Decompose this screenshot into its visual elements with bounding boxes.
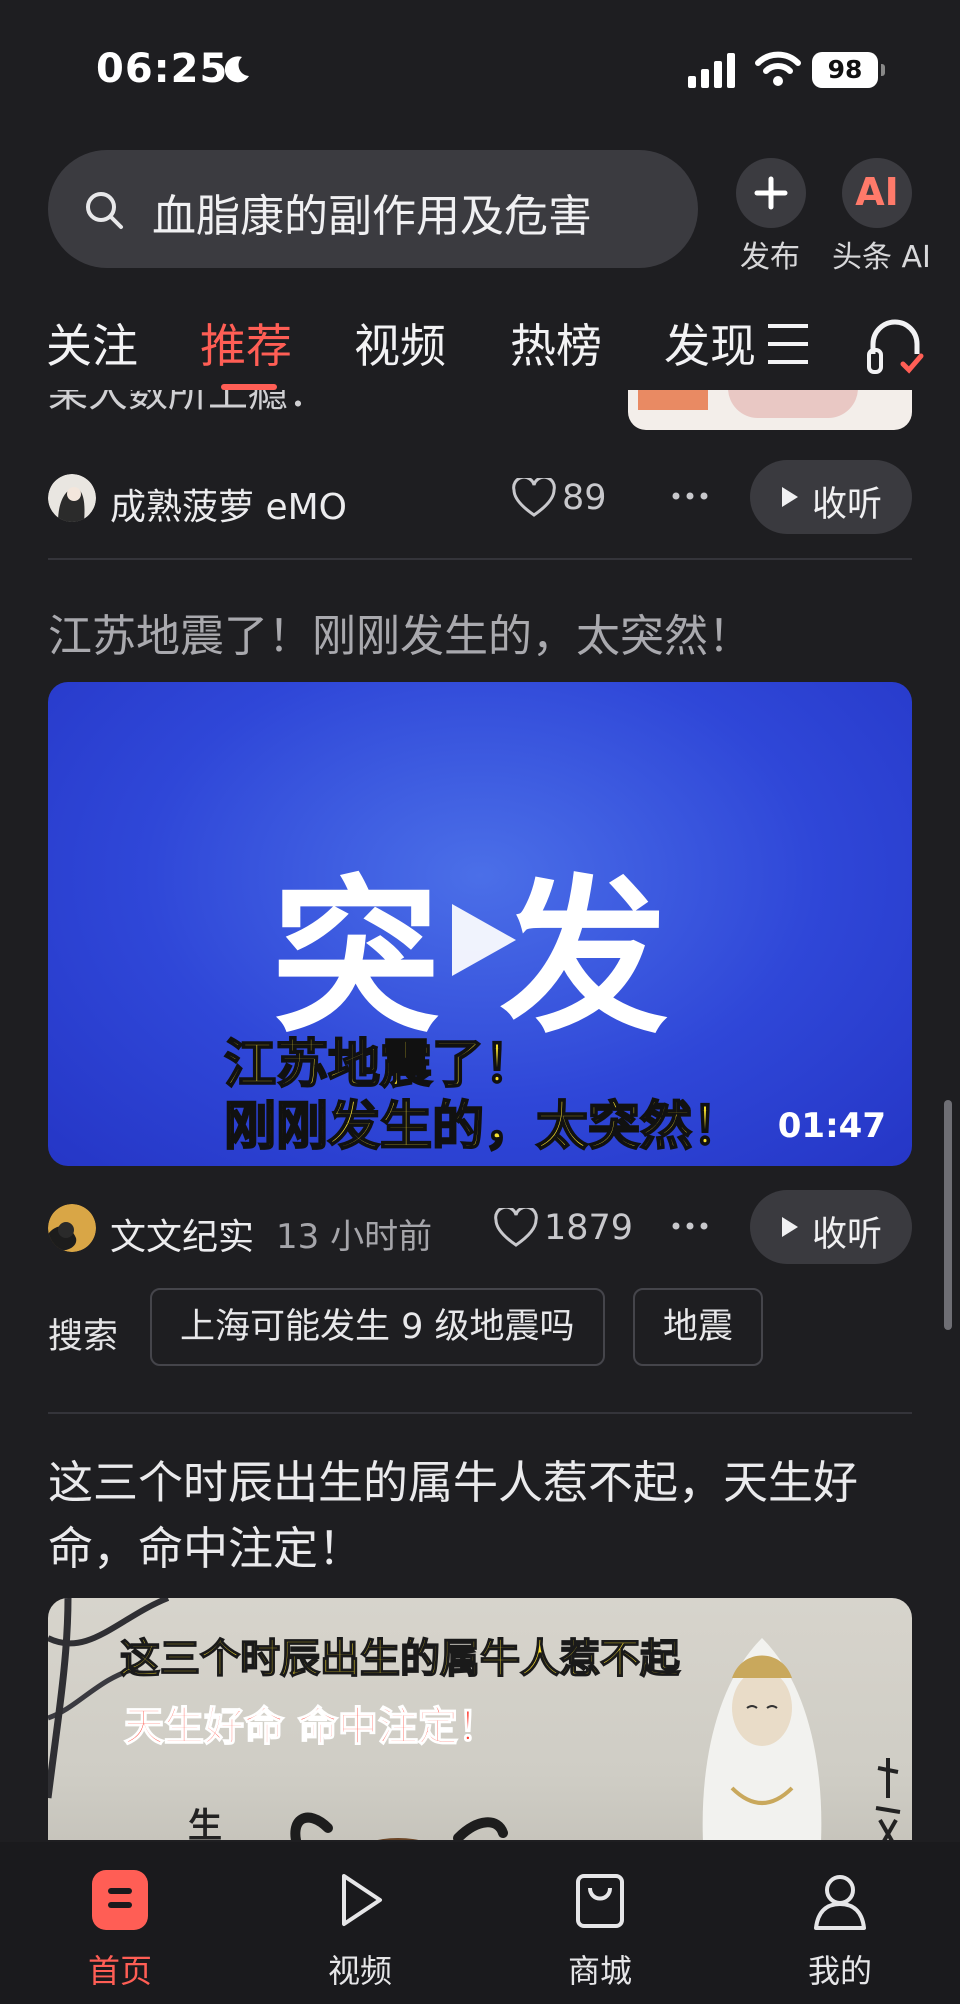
guanyin-statue-illustration <box>702 1638 822 1840</box>
author-name[interactable]: 成熟菠萝 eMO <box>110 478 347 530</box>
ai-logo-icon: AI <box>855 170 899 214</box>
search-bar[interactable]: 血脂康的副作用及危害 <box>48 150 698 268</box>
cellular-signal-icon <box>688 53 735 88</box>
channel-menu-icon[interactable] <box>730 320 810 370</box>
image-caption-2: 天生好命 命中注定！ <box>123 1703 498 1751</box>
tab-hot-list[interactable]: 热榜 <box>510 310 602 376</box>
nav-home-label: 首页 <box>87 1952 152 1990</box>
nav-shop-label: 商城 <box>567 1952 632 1990</box>
plus-icon <box>754 176 788 210</box>
status-bar: 06:25 98 <box>0 0 960 130</box>
article-title[interactable]: 这三个时辰出生的属牛人惹不起，天生好命，命中注定！ <box>48 1450 912 1582</box>
headphones-icon[interactable] <box>865 314 925 378</box>
battery-indicator: 98 <box>812 52 885 88</box>
like-count: 89 <box>562 478 607 518</box>
video-duration: 01:47 <box>777 1106 886 1146</box>
nav-video-label: 视频 <box>327 1952 392 1990</box>
partial-item-meta: 成熟菠萝 eMO 89 收听 <box>48 460 912 536</box>
nav-home[interactable]: 首页 <box>40 1864 200 1990</box>
profile-icon <box>814 1875 866 1930</box>
more-options-icon[interactable] <box>670 476 710 516</box>
article-thumbnail[interactable]: 这三个时辰出生的属牛人惹不起 天生好命 命中注定！ 生 <box>48 1598 912 1840</box>
listen-label: 收听 <box>812 1215 883 1255</box>
active-tab-indicator <box>221 384 277 390</box>
search-suggestion-chip[interactable]: 地震 <box>633 1288 764 1366</box>
more-options-icon[interactable] <box>670 1206 710 1246</box>
channel-tabs: 关注 推荐 视频 热榜 发现 <box>0 300 960 390</box>
heart-icon <box>494 1208 538 1247</box>
tab-following[interactable]: 关注 <box>46 310 138 376</box>
search-query-text: 血脂康的副作用及危害 <box>152 191 592 242</box>
search-icon <box>86 192 123 229</box>
moon-icon <box>224 56 249 83</box>
feed-divider <box>48 1412 912 1414</box>
publish-button[interactable] <box>736 158 806 228</box>
heart-icon <box>512 478 556 517</box>
listen-button[interactable]: 收听 <box>750 460 912 534</box>
thumbnail-caption-2: 刚刚发生的，太突然！ <box>223 1096 745 1158</box>
nav-profile-label: 我的 <box>807 1952 872 1990</box>
feed-divider <box>48 558 912 560</box>
video-article-title[interactable]: 江苏地震了！刚刚发生的，太突然！ <box>48 604 912 670</box>
publish-time: 13 小时前 <box>276 1217 433 1257</box>
feed-list: 某大数所上瘾： 成熟菠萝 eMO 89 收听 江苏地震了！刚刚发生的，太突然！ … <box>0 390 960 1840</box>
home-icon <box>92 1870 148 1930</box>
wifi-icon <box>755 51 801 86</box>
partial-article-title[interactable]: 某大数所上瘾： <box>48 390 328 418</box>
like-count: 1879 <box>544 1208 634 1248</box>
avatar[interactable] <box>48 1204 96 1252</box>
author-name[interactable]: 文文纪实 <box>110 1208 254 1260</box>
toutiao-ai-label: 头条 AI <box>832 240 931 275</box>
tab-video[interactable]: 视频 <box>354 310 446 376</box>
tab-recommended[interactable]: 推荐 <box>200 310 292 376</box>
search-suggestion-chip[interactable]: 上海可能发生 9 级地震吗 <box>150 1288 605 1366</box>
video-thumbnail[interactable]: 突发 江苏地震了！ 刚刚发生的，太突然！ 01:47 <box>48 682 912 1166</box>
video-play-icon <box>452 904 516 976</box>
play-icon <box>782 487 798 507</box>
scrollbar[interactable] <box>944 1100 952 1330</box>
shop-bag-icon <box>576 1874 624 1928</box>
related-search-label: 搜索 <box>48 1317 119 1357</box>
partial-article-thumbnail[interactable] <box>628 390 912 430</box>
listen-label: 收听 <box>812 485 883 525</box>
image-side-text: 生 <box>188 1806 222 1840</box>
video-item-meta: 文文纪实 13 小时前 1879 收听 <box>48 1190 912 1266</box>
listen-button[interactable]: 收听 <box>750 1190 912 1264</box>
publish-label: 发布 <box>740 240 800 275</box>
play-icon <box>342 1874 382 1926</box>
ox-illustration <box>290 1812 508 1840</box>
nav-profile[interactable]: 我的 <box>760 1864 920 1990</box>
toutiao-ai-button[interactable]: AI <box>842 158 912 228</box>
image-caption-1: 这三个时辰出生的属牛人惹不起 <box>119 1635 681 1683</box>
avatar[interactable] <box>48 474 96 522</box>
nav-shop[interactable]: 商城 <box>520 1864 680 1990</box>
calligraphy-decoration <box>875 1758 901 1840</box>
related-search-row: 搜索 上海可能发生 9 级地震吗 地震 <box>48 1288 912 1368</box>
status-time: 06:25 <box>96 46 229 92</box>
nav-video[interactable]: 视频 <box>280 1864 440 1990</box>
bottom-navigation: 首页 视频 商城 我的 <box>0 1842 960 2004</box>
play-icon <box>782 1217 798 1237</box>
